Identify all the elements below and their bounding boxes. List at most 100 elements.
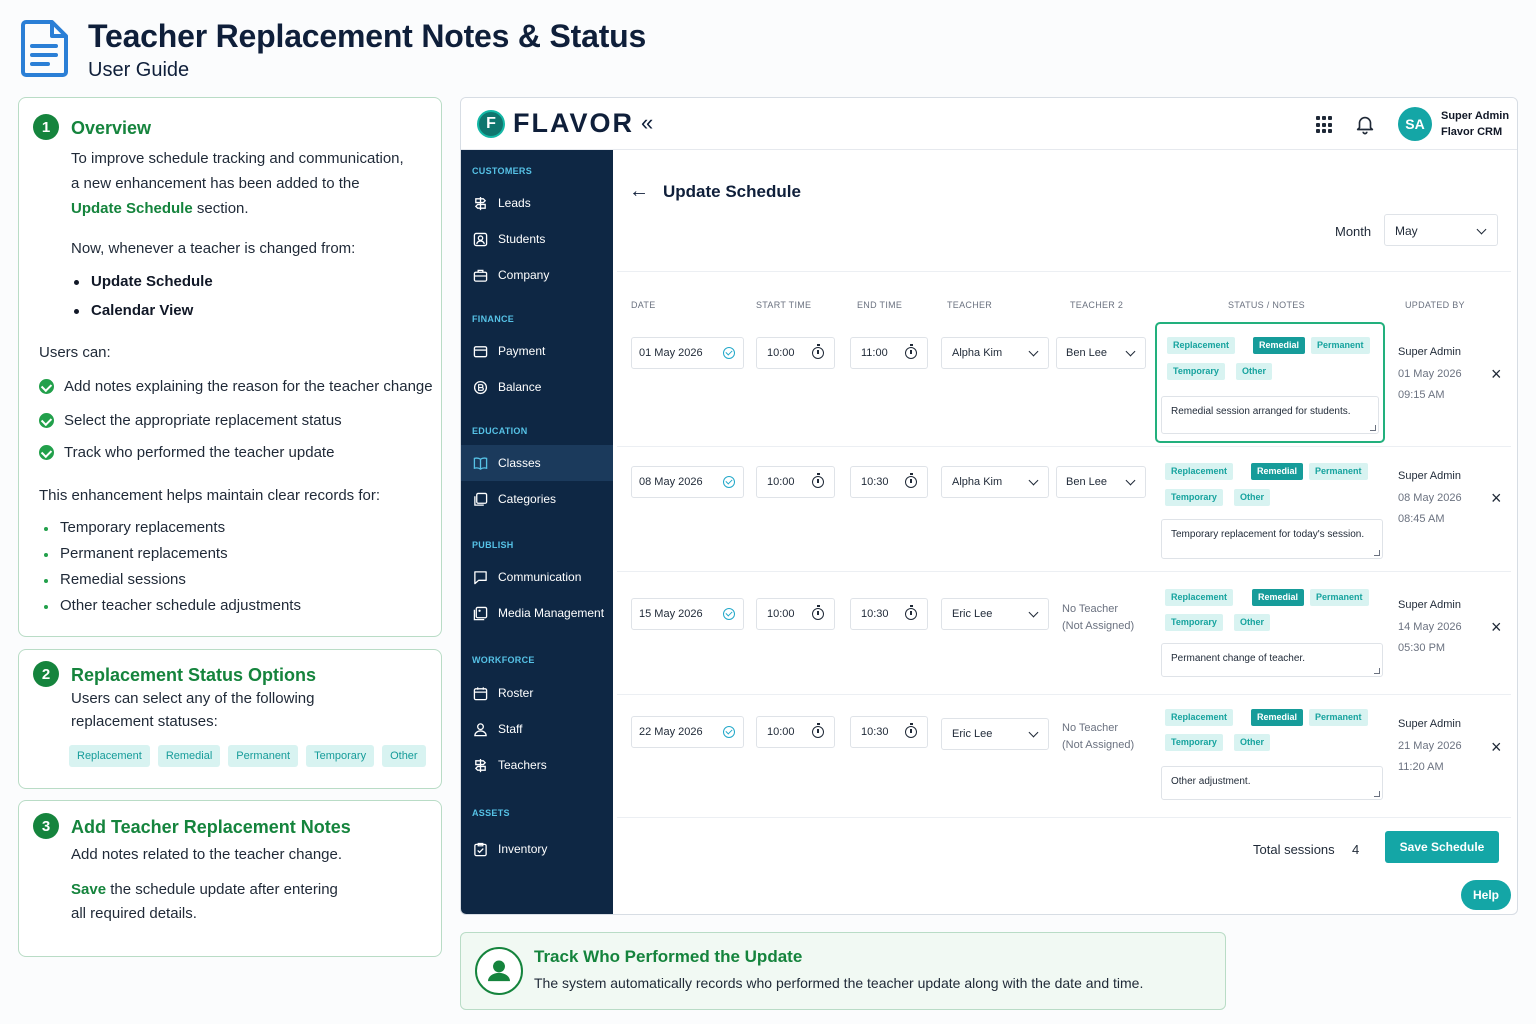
start-time-field[interactable]: 10:00	[756, 466, 835, 498]
teacher2-select[interactable]: Ben Lee	[1056, 337, 1146, 369]
sidebar-item-balance[interactable]: Balance	[461, 369, 613, 405]
updated-by-cell: Super Admin 21 May 2026 11:20 AM	[1398, 718, 1462, 773]
status-tag-remedial[interactable]: Remedial	[1251, 709, 1304, 726]
user-org: Flavor CRM	[1441, 126, 1503, 138]
status-tag-permanent[interactable]: Permanent	[1310, 589, 1369, 606]
teacher-select[interactable]: Eric Lee	[941, 718, 1049, 750]
apps-grid-icon[interactable]	[1316, 116, 1334, 134]
update-schedule-title: Update Schedule	[663, 182, 801, 201]
end-time-field[interactable]: 10:30	[850, 716, 928, 748]
notes-card: 3 Add Teacher Replacement Notes Add note…	[18, 800, 442, 957]
status-options-title: Replacement Status Options	[71, 665, 317, 685]
brand-logo: F	[477, 110, 505, 138]
sidebar-item-media[interactable]: Media Management	[461, 595, 613, 631]
status-tag-remedial[interactable]: Remedial	[1252, 589, 1305, 606]
signpost-icon	[474, 758, 487, 772]
sidebar: CUSTOMERS Leads Students Company FINANCE…	[461, 150, 613, 914]
status-tag-replacement[interactable]: Replacement	[1165, 463, 1234, 480]
notification-bell-icon[interactable]	[1354, 113, 1376, 135]
date-field[interactable]: 01 May 2026	[631, 337, 744, 369]
date-field[interactable]: 15 May 2026	[631, 598, 744, 630]
helps-text: This enhancement helps maintain clear re…	[39, 487, 381, 504]
sidebar-item-roster[interactable]: Roster	[461, 675, 613, 711]
remove-row-button[interactable]: ×	[1491, 617, 1502, 638]
sidebar-item-company[interactable]: Company	[461, 257, 613, 293]
sidebar-item-inventory[interactable]: Inventory	[461, 831, 613, 867]
teacher2-unassigned: No Teacher (Not Assigned)	[1062, 722, 1135, 751]
timer-icon	[812, 473, 824, 488]
status-tag-replacement[interactable]: Replacement	[1167, 337, 1236, 354]
back-button[interactable]: ←	[629, 180, 649, 203]
divider	[617, 271, 1511, 272]
end-time-field[interactable]: 10:30	[850, 598, 928, 630]
note-textarea[interactable]: Other adjustment.	[1161, 766, 1383, 800]
sidebar-group-assets: ASSETS	[472, 808, 510, 818]
collapse-sidebar-button[interactable]: «	[641, 110, 653, 136]
sidebar-item-classes[interactable]: Classes	[461, 445, 613, 481]
track-title: Track Who Performed the Update	[534, 947, 803, 966]
status-tag-permanent[interactable]: Permanent	[1309, 709, 1368, 726]
timer-icon	[905, 723, 917, 738]
timer-icon	[905, 344, 917, 359]
status-tag-other[interactable]: Other	[1234, 489, 1271, 506]
sidebar-item-students[interactable]: Students	[461, 221, 613, 257]
status-tag-replacement[interactable]: Replacement	[1165, 589, 1234, 606]
date-field[interactable]: 22 May 2026	[631, 716, 744, 748]
end-time-field[interactable]: 10:30	[850, 466, 928, 498]
user-avatar[interactable]: SA	[1398, 107, 1432, 141]
status-tag-temporary[interactable]: Temporary	[1167, 363, 1225, 380]
sidebar-group-customers: CUSTOMERS	[472, 166, 533, 176]
status-tag-other[interactable]: Other	[1234, 614, 1271, 631]
status-tag-replacement[interactable]: Replacement	[1165, 709, 1234, 726]
sidebar-item-teachers[interactable]: Teachers	[461, 747, 613, 783]
col-header-date: DATE	[631, 300, 656, 310]
help-button[interactable]: Help	[1461, 880, 1511, 910]
sidebar-item-staff[interactable]: Staff	[461, 711, 613, 747]
remove-row-button[interactable]: ×	[1491, 364, 1502, 385]
teacher-select[interactable]: Alpha Kim	[941, 466, 1049, 498]
sidebar-group-finance: FINANCE	[472, 314, 515, 324]
col-header-end: END TIME	[857, 300, 903, 310]
notes-title: Add Teacher Replacement Notes	[71, 817, 351, 837]
status-tag-other[interactable]: Other	[1236, 363, 1273, 380]
teacher-select[interactable]: Alpha Kim	[941, 337, 1049, 369]
status-tag-other[interactable]: Other	[1234, 734, 1271, 751]
timer-icon	[812, 605, 824, 620]
timer-icon	[812, 723, 824, 738]
note-textarea[interactable]: Temporary replacement for today's sessio…	[1161, 519, 1383, 559]
page-subtitle: User Guide	[88, 59, 190, 81]
start-time-field[interactable]: 10:00	[756, 716, 835, 748]
check-circle-icon	[723, 726, 735, 738]
chevron-down-icon	[1125, 346, 1136, 357]
sidebar-item-leads[interactable]: Leads	[461, 185, 613, 221]
start-time-field[interactable]: 10:00	[756, 337, 835, 369]
teacher2-unassigned: No Teacher (Not Assigned)	[1062, 603, 1135, 632]
start-time-field[interactable]: 10:00	[756, 598, 835, 630]
track-text: The system automatically records who per…	[534, 975, 1144, 991]
status-tag-temporary[interactable]: Temporary	[1165, 734, 1223, 751]
status-tag-permanent[interactable]: Permanent	[1311, 337, 1370, 354]
status-options-text: Users can select any of the following re…	[71, 690, 315, 730]
date-field[interactable]: 08 May 2026	[631, 466, 744, 498]
sidebar-item-communication[interactable]: Communication	[461, 559, 613, 595]
sidebar-item-payment[interactable]: Payment	[461, 333, 613, 369]
status-tag-permanent[interactable]: Permanent	[1309, 463, 1368, 480]
step-number: 1	[33, 114, 59, 140]
status-tag-remedial[interactable]: Remedial	[1253, 337, 1306, 354]
remove-row-button[interactable]: ×	[1491, 488, 1502, 509]
note-textarea[interactable]: Remedial session arranged for students.	[1161, 396, 1379, 434]
note-textarea[interactable]: Permanent change of teacher.	[1161, 643, 1383, 677]
status-tag-remedial[interactable]: Remedial	[1251, 463, 1304, 480]
teacher-select[interactable]: Eric Lee	[941, 598, 1049, 630]
end-time-field[interactable]: 11:00	[850, 337, 928, 369]
status-tag-temporary[interactable]: Temporary	[1165, 614, 1223, 631]
remove-row-button[interactable]: ×	[1491, 737, 1502, 758]
teacher2-select[interactable]: Ben Lee	[1056, 466, 1146, 498]
status-notes-box: Replacement Remedial Permanent Temporary…	[1157, 448, 1387, 568]
status-notes-box: Replacement Remedial Permanent Temporary…	[1157, 696, 1387, 816]
status-tag-temporary[interactable]: Temporary	[1165, 489, 1223, 506]
page-title: Teacher Replacement Notes & Status	[88, 18, 647, 54]
save-schedule-button[interactable]: Save Schedule	[1385, 831, 1499, 863]
month-select[interactable]: May	[1384, 214, 1498, 246]
sidebar-item-categories[interactable]: Categories	[461, 481, 613, 517]
